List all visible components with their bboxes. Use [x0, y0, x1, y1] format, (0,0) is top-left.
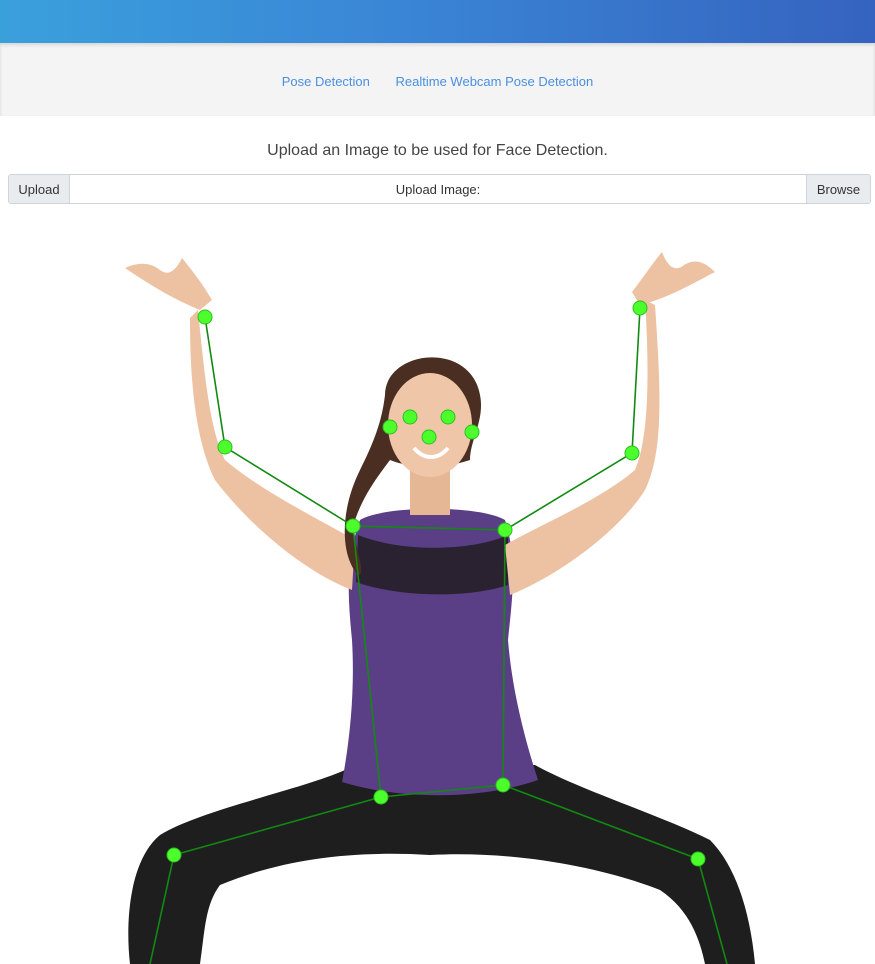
- person-figure: [125, 252, 756, 964]
- keypoint-right-knee: [690, 851, 706, 867]
- keypoint-right-eye: [440, 409, 456, 425]
- keypoint-right-hip: [495, 777, 511, 793]
- keypoint-left-hip: [373, 789, 389, 805]
- left-hand: [125, 258, 212, 310]
- right-hand: [632, 252, 715, 305]
- top-header-bar: [0, 0, 875, 43]
- file-upload-group: Upload Upload Image: Browse: [8, 174, 871, 204]
- keypoint-right-shoulder: [497, 522, 513, 538]
- keypoint-right-elbow: [624, 445, 640, 461]
- nav-link-pose-detection[interactable]: Pose Detection: [282, 74, 370, 89]
- keypoint-left-ear: [382, 419, 398, 435]
- keypoint-left-elbow: [217, 439, 233, 455]
- pose-result-image: [125, 252, 756, 964]
- face: [388, 373, 472, 477]
- nav-band: Pose Detection Realtime Webcam Pose Dete…: [0, 43, 875, 116]
- upload-image-field[interactable]: Upload Image:: [70, 175, 806, 203]
- keypoint-nose: [421, 429, 437, 445]
- keypoint-right-ear: [464, 424, 480, 440]
- nav-link-realtime-webcam[interactable]: Realtime Webcam Pose Detection: [396, 74, 594, 89]
- keypoint-left-knee: [166, 847, 182, 863]
- nav-links: Pose Detection Realtime Webcam Pose Dete…: [0, 74, 875, 89]
- keypoint-left-wrist: [197, 309, 213, 325]
- upload-button[interactable]: Upload: [9, 175, 70, 203]
- page-heading: Upload an Image to be used for Face Dete…: [267, 142, 608, 159]
- keypoint-left-shoulder: [345, 518, 361, 534]
- browse-button[interactable]: Browse: [806, 175, 870, 203]
- keypoint-right-wrist: [632, 300, 648, 316]
- keypoint-left-eye: [402, 409, 418, 425]
- left-arm: [190, 310, 355, 590]
